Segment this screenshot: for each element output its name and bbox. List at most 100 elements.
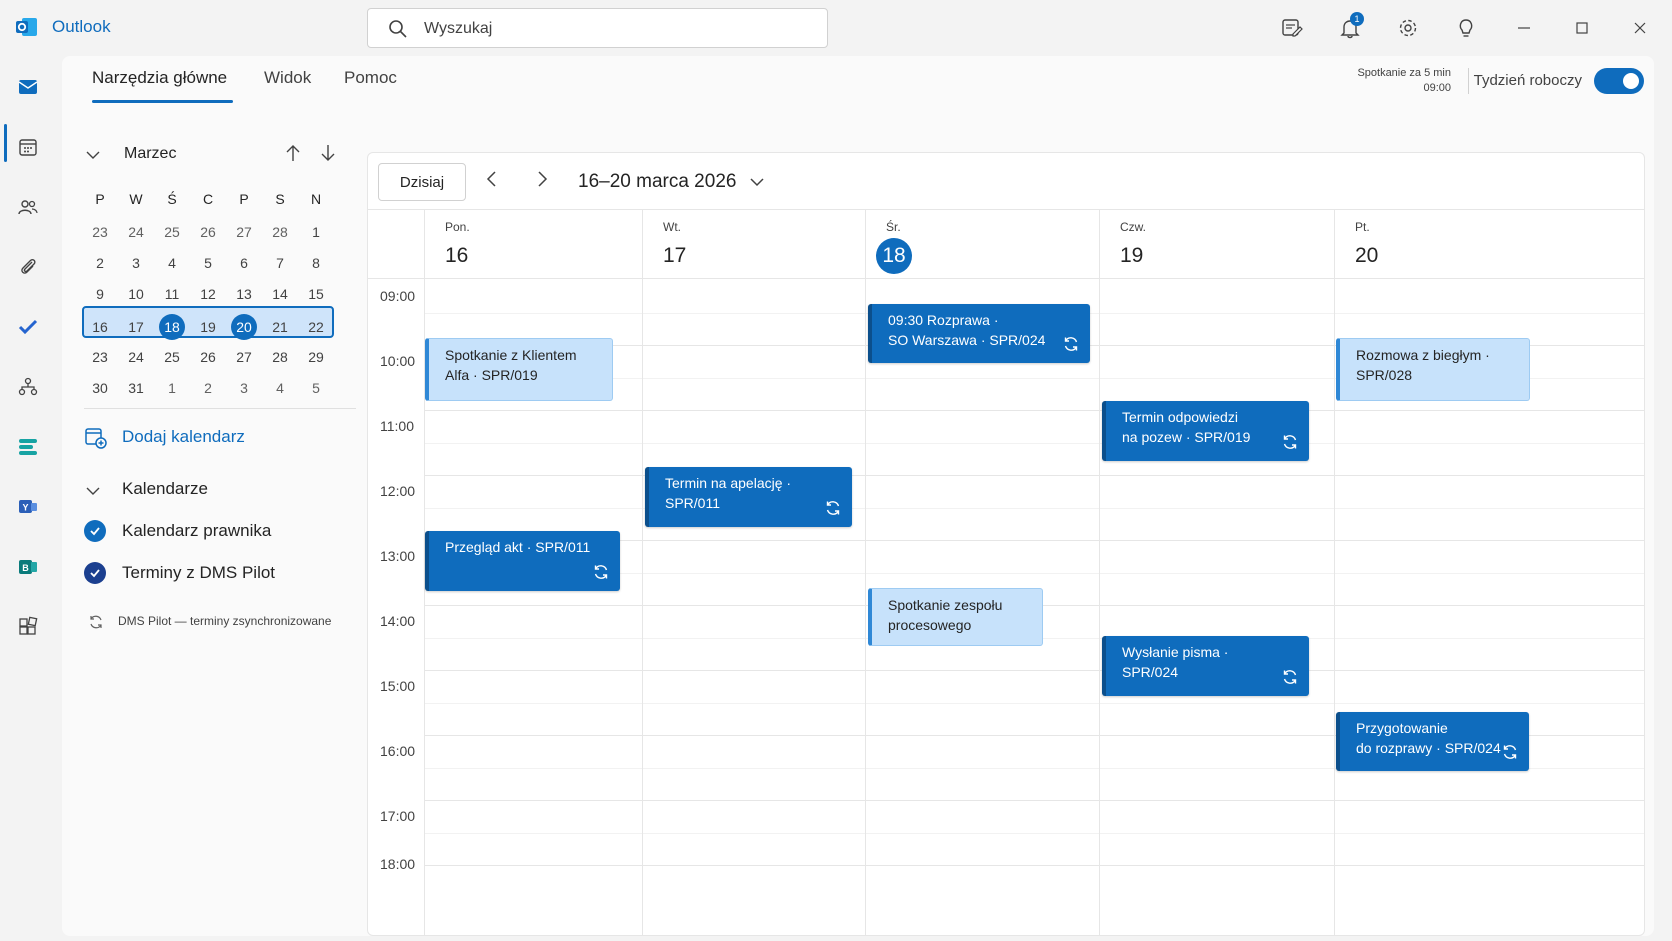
rail-org-button[interactable] — [12, 371, 44, 403]
date-range-dropdown[interactable] — [748, 173, 766, 191]
time-grid[interactable]: 09:00 10:00 11:00 12:00 13:00 14:00 15:0… — [368, 279, 1644, 935]
date-range-label[interactable]: 16–20 marca 2026 — [578, 171, 736, 193]
mini-day[interactable]: 6 — [226, 248, 262, 278]
today-button[interactable]: Dzisiaj — [378, 163, 466, 201]
mini-day[interactable]: 15 — [298, 279, 334, 309]
rail-todo-button[interactable] — [12, 311, 44, 343]
mini-day[interactable]: 23 — [82, 342, 118, 372]
mini-day[interactable]: 25 — [154, 217, 190, 247]
search-box[interactable] — [367, 8, 828, 48]
minimize-button[interactable] — [1510, 14, 1538, 42]
rail-people-button[interactable] — [12, 191, 44, 223]
compose-note-button[interactable] — [1278, 14, 1306, 42]
mini-day[interactable]: 14 — [262, 279, 298, 309]
next-week-button[interactable] — [532, 169, 552, 189]
rail-viva-button[interactable]: Y — [12, 491, 44, 523]
mini-day[interactable]: 7 — [262, 248, 298, 278]
search-input[interactable] — [424, 17, 814, 41]
calendar-item-lawyer[interactable]: Kalendarz prawnika — [84, 518, 356, 546]
mini-next-month-button[interactable] — [318, 143, 338, 163]
mini-day[interactable]: 24 — [118, 217, 154, 247]
mini-day[interactable]: 3 — [226, 373, 262, 403]
calendar-event[interactable]: Wysłanie pisma · SPR/024 — [1102, 636, 1309, 696]
maximize-button[interactable] — [1568, 14, 1596, 42]
rail-attachments-button[interactable] — [12, 251, 44, 283]
day-header[interactable]: Wt. 17 — [642, 210, 865, 280]
tips-button[interactable] — [1452, 14, 1480, 42]
tab-home[interactable]: Narzędzia główne — [92, 68, 227, 88]
rail-bookings-button[interactable]: B — [12, 551, 44, 583]
day-header[interactable]: Czw. 19 — [1099, 210, 1334, 280]
day-header[interactable]: Pt. 20 — [1334, 210, 1644, 280]
day-header-today[interactable]: Śr. 18 — [865, 210, 1099, 280]
checkmark-icon[interactable] — [84, 562, 106, 584]
notifications-button[interactable]: 1 — [1336, 12, 1364, 42]
mini-day[interactable]: 13 — [226, 279, 262, 309]
mini-day[interactable]: 24 — [118, 342, 154, 372]
rail-app-button[interactable] — [12, 431, 44, 463]
calendar-event[interactable]: 09:30 Rozprawa · SO Warszawa · SPR/024 — [868, 304, 1090, 363]
settings-button[interactable] — [1394, 14, 1422, 42]
mini-day[interactable]: 1 — [154, 373, 190, 403]
mini-day[interactable]: 9 — [82, 279, 118, 309]
tab-view[interactable]: Widok — [264, 68, 311, 88]
day-header[interactable]: Pon. 16 — [424, 210, 642, 280]
mini-day[interactable]: 3 — [118, 248, 154, 278]
mini-day[interactable]: 4 — [154, 248, 190, 278]
mini-day[interactable]: 30 — [82, 373, 118, 403]
mini-prev-month-button[interactable] — [283, 143, 303, 163]
mini-day[interactable]: 17 — [118, 312, 154, 342]
mini-day[interactable]: 5 — [190, 248, 226, 278]
event-title: Termin na apelację · SPR/011 — [665, 475, 792, 511]
mini-day[interactable]: 25 — [154, 342, 190, 372]
close-button[interactable] — [1626, 14, 1654, 42]
workweek-toggle[interactable] — [1594, 68, 1644, 94]
calendar-event[interactable]: Rozmowa z biegłym · SPR/028 — [1336, 338, 1530, 401]
mini-day[interactable]: 27 — [226, 217, 262, 247]
mini-day[interactable]: 27 — [226, 342, 262, 372]
mini-day[interactable]: 22 — [298, 312, 334, 342]
calendar-event[interactable]: Spotkanie z Klientem Alfa · SPR/019 — [425, 338, 613, 401]
mini-day[interactable]: 2 — [190, 373, 226, 403]
mini-day[interactable]: 26 — [190, 342, 226, 372]
mini-day[interactable]: 4 — [262, 373, 298, 403]
calendar-event[interactable]: Termin na apelację · SPR/011 — [645, 467, 852, 527]
rail-more-apps-button[interactable] — [12, 611, 44, 643]
tab-help[interactable]: Pomoc — [344, 68, 397, 88]
mini-collapse-button[interactable] — [84, 146, 102, 164]
close-icon — [1632, 20, 1648, 36]
mini-day[interactable]: 28 — [262, 342, 298, 372]
mini-day[interactable]: 28 — [262, 217, 298, 247]
mini-day[interactable]: 16 — [82, 312, 118, 342]
mini-day[interactable]: 8 — [298, 248, 334, 278]
mini-day[interactable]: 23 — [82, 217, 118, 247]
prev-week-button[interactable] — [482, 169, 502, 189]
mini-day[interactable]: 31 — [118, 373, 154, 403]
mini-day-today[interactable]: 18 — [154, 312, 190, 342]
calendar-item-dms-pilot[interactable]: Terminy z DMS Pilot — [84, 560, 356, 588]
rail-mail-button[interactable] — [12, 71, 44, 103]
calendar-event[interactable]: Przygotowanie do rozprawy · SPR/024 — [1336, 712, 1529, 771]
mini-day[interactable]: 10 — [118, 279, 154, 309]
rail-calendar-button[interactable] — [12, 131, 44, 163]
mini-day[interactable]: 29 — [298, 342, 334, 372]
mini-day[interactable]: 12 — [190, 279, 226, 309]
checkmark-icon[interactable] — [84, 520, 106, 542]
mini-day[interactable]: 11 — [154, 279, 190, 309]
calendars-section-header[interactable]: Kalendarze — [84, 476, 356, 504]
meeting-reminder[interactable]: Spotkanie za 5 min 09:00 — [1357, 66, 1451, 96]
calendar-event[interactable]: Termin odpowiedzi na pozew · SPR/019 — [1102, 401, 1309, 461]
chevron-down-icon — [748, 173, 766, 191]
mini-month-label[interactable]: Marzec — [124, 145, 176, 163]
stacked-bars-icon — [17, 436, 39, 458]
mini-day[interactable]: 21 — [262, 312, 298, 342]
mini-day[interactable]: 19 — [190, 312, 226, 342]
calendar-event[interactable]: Przegląd akt · SPR/011 — [425, 531, 620, 591]
calendar-event[interactable]: Spotkanie zespołu procesowego — [868, 588, 1043, 646]
mini-day[interactable]: 1 — [298, 217, 334, 247]
mini-day-selected[interactable]: 20 — [226, 312, 262, 342]
mini-day[interactable]: 2 — [82, 248, 118, 278]
mini-day[interactable]: 5 — [298, 373, 334, 403]
mini-calendar-header: Marzec — [84, 140, 354, 168]
mini-day[interactable]: 26 — [190, 217, 226, 247]
